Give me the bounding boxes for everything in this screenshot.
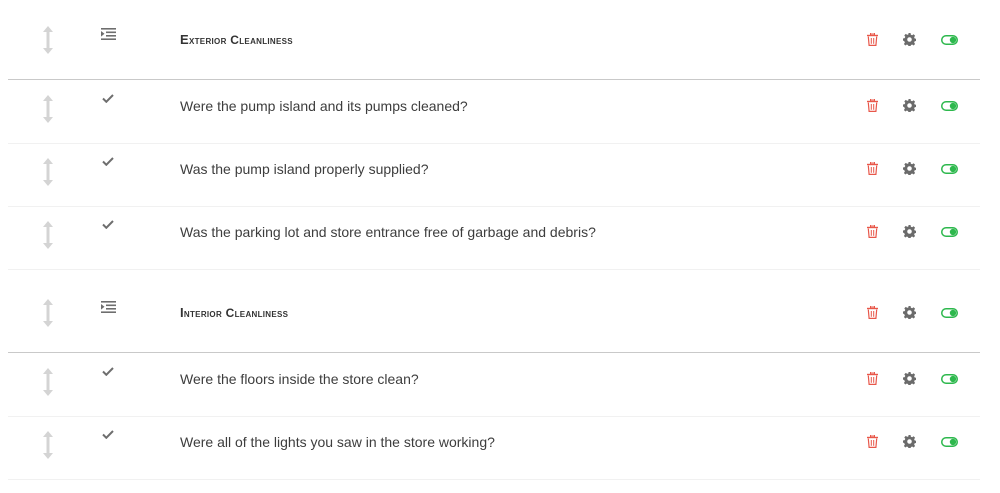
enable-toggle[interactable] [936,0,962,79]
question-label: Was the pump island properly supplied? [180,143,840,206]
question-row: Were all of the lights you saw in the st… [8,416,980,480]
indent-list-icon [100,301,116,313]
delete-button[interactable] [861,206,883,269]
vertical-drag-arrows-icon [42,25,54,54]
question-label: Were the floors inside the store clean? [180,353,840,416]
gear-icon [902,33,916,46]
question-text: Were the pump island and its pumps clean… [180,97,468,114]
vertical-drag-arrows-icon [42,367,54,396]
trash-icon [866,162,878,175]
row-type [96,206,120,269]
toggle-on-icon [940,163,958,174]
delete-button[interactable] [861,273,883,352]
drag-handle[interactable] [36,416,60,479]
enable-toggle[interactable] [936,273,962,352]
toggle-on-icon [940,100,958,111]
checkmark-icon [102,430,114,439]
delete-button[interactable] [861,353,883,416]
trash-icon [866,372,878,385]
delete-button[interactable] [861,143,883,206]
trash-icon [866,225,878,238]
row-type [96,80,120,143]
question-text: Were the floors inside the store clean? [180,370,419,387]
vertical-drag-arrows-icon [42,94,54,123]
vertical-drag-arrows-icon [42,298,54,327]
toggle-on-icon [940,307,958,318]
gear-icon [902,435,916,448]
row-type [96,353,120,416]
section-title: Exterior Cleanliness [180,32,293,47]
question-row: Were the floors inside the store clean? [8,353,980,417]
gear-icon [902,162,916,175]
gear-icon [902,372,916,385]
checklist: Exterior Cleanliness Were the pump islan… [0,0,1000,493]
question-text: Were all of the lights you saw in the st… [180,433,495,450]
question-row: Was the pump island properly supplied? [8,143,980,207]
delete-button[interactable] [861,0,883,79]
gear-icon [902,99,916,112]
toggle-on-icon [940,34,958,45]
settings-button[interactable] [898,80,920,143]
checkmark-icon [102,157,114,166]
settings-button[interactable] [898,206,920,269]
drag-handle[interactable] [36,273,60,352]
enable-toggle[interactable] [936,206,962,269]
trash-icon [866,99,878,112]
delete-button[interactable] [861,80,883,143]
question-label: Was the parking lot and store entrance f… [180,206,840,269]
checkmark-icon [102,94,114,103]
question-text: Was the pump island properly supplied? [180,160,429,177]
question-label: Were the pump island and its pumps clean… [180,80,840,143]
gear-icon [902,306,916,319]
settings-button[interactable] [898,416,920,479]
trash-icon [866,306,878,319]
section-label: Interior Cleanliness [180,273,840,352]
checkmark-icon [102,367,114,376]
settings-button[interactable] [898,273,920,352]
toggle-on-icon [940,226,958,237]
enable-toggle[interactable] [936,143,962,206]
drag-handle[interactable] [36,0,60,79]
question-row: Was the parking lot and store entrance f… [8,206,980,270]
enable-toggle[interactable] [936,416,962,479]
row-type [96,416,120,479]
question-text: Was the parking lot and store entrance f… [180,223,596,240]
question-row: Were the pump island and its pumps clean… [8,80,980,144]
section-row: Exterior Cleanliness [8,0,980,80]
delete-button[interactable] [861,416,883,479]
indent-list-icon [100,28,116,40]
checkmark-icon [102,220,114,229]
drag-handle[interactable] [36,206,60,269]
enable-toggle[interactable] [936,80,962,143]
drag-handle[interactable] [36,80,60,143]
trash-icon [866,33,878,46]
vertical-drag-arrows-icon [42,430,54,459]
toggle-on-icon [940,373,958,384]
section-row: Interior Cleanliness [8,273,980,353]
drag-handle[interactable] [36,143,60,206]
toggle-on-icon [940,436,958,447]
row-type [96,143,120,206]
settings-button[interactable] [898,143,920,206]
section-label: Exterior Cleanliness [180,0,840,79]
vertical-drag-arrows-icon [42,220,54,249]
settings-button[interactable] [898,353,920,416]
trash-icon [866,435,878,448]
gear-icon [902,225,916,238]
vertical-drag-arrows-icon [42,157,54,186]
settings-button[interactable] [898,0,920,79]
row-type [96,0,120,79]
section-title: Interior Cleanliness [180,305,289,320]
drag-handle[interactable] [36,353,60,416]
row-type [96,273,120,352]
enable-toggle[interactable] [936,353,962,416]
question-label: Were all of the lights you saw in the st… [180,416,840,479]
